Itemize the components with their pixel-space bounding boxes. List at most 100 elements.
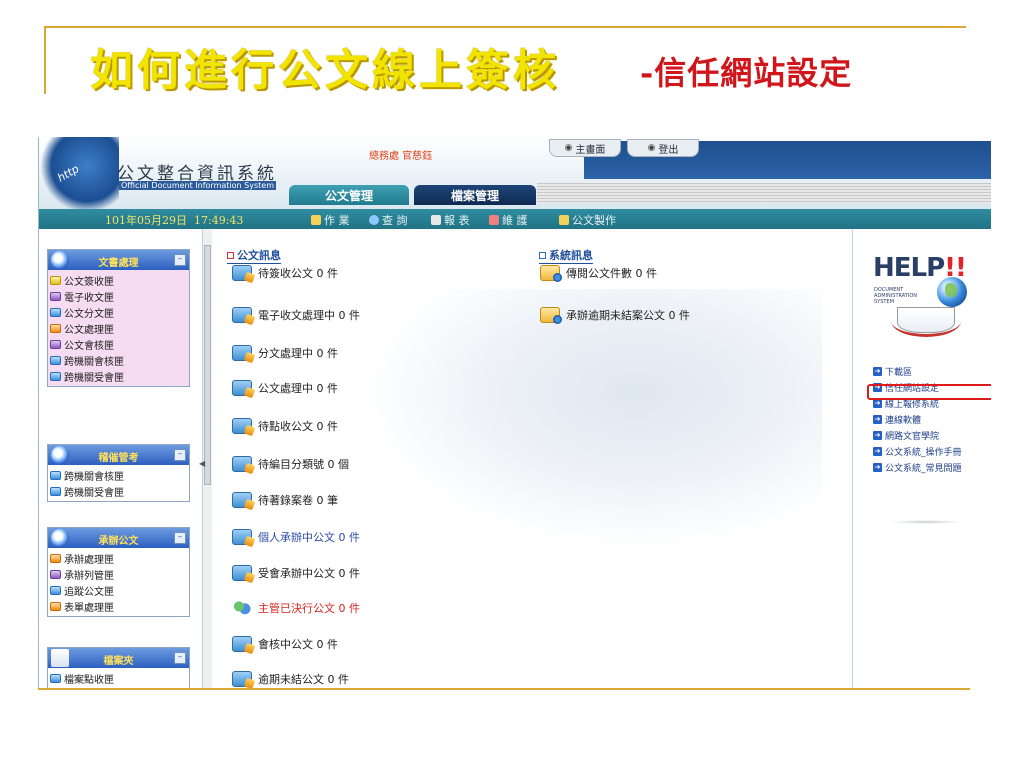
doc-message[interactable]: 待編目分類號 0 個 [232,454,349,474]
tray-icon [50,553,61,563]
folder-icon [540,307,562,324]
help-link-software[interactable]: ➜ 連線軟體 [873,411,962,427]
tray-icon [50,673,61,683]
tab-archive-management[interactable]: 檔案管理 [414,185,536,205]
minimize-icon[interactable]: – [174,652,186,664]
help-links: ➜ 下載區 ➜ 信任網站設定 ➜ 線上報修系統 ➜ 連線軟體 ➜ 網路文官學院 ➜ 公文系統… [873,363,962,475]
inbox-icon [232,671,252,687]
tray-icon [50,585,61,595]
bullet-icon [539,251,546,259]
divider [889,520,963,524]
sys-message[interactable]: 傳閱公文件數 0 件 [540,263,657,283]
main-content: 公文訊息 系統訊息 待簽收公文 0 件 電子收文處理中 0 件 分文處理中 0 … [212,229,852,688]
panel-header[interactable]: 文書處理 – [48,250,189,270]
tray-icon [50,486,61,496]
inbox-icon [232,492,252,508]
sidebar-item[interactable]: 表單處理匣 [48,598,189,614]
slide-title: 如何進行公文線上簽核 [90,46,560,96]
power-icon: ◉ [647,143,656,153]
sidebar-item[interactable]: 跨機關會核匣 [48,352,189,368]
doc-info-heading[interactable]: 公文訊息 [227,247,281,264]
scrollbar-thumb[interactable] [204,245,211,485]
help-logo: HELP!! DOCUMENT ADMINISTRATION SYSTEM [869,239,979,349]
inbox-icon [232,307,252,323]
logo-icon: http [39,137,119,209]
tray-icon [50,307,61,317]
doc-message[interactable]: 待點收公文 0 件 [232,416,338,436]
highlight-box [867,384,991,400]
sidebar-item[interactable]: 追蹤公文匣 [48,582,189,598]
doc-message[interactable]: 個人承辦中公文 0 件 [232,527,360,547]
inbox-icon [232,529,252,545]
help-link-faq[interactable]: ➜ 公文系統_常見問題 [873,459,962,475]
tab-document-management[interactable]: 公文管理 [289,185,409,205]
sidebar-item[interactable]: 公文簽收匣 [48,272,189,288]
sidebar-item[interactable]: 承辦處理匣 [48,550,189,566]
left-rule [44,26,46,94]
bottom-rule [38,688,970,690]
sidebar-item[interactable]: 檔案點收匣 [48,670,189,686]
folder-icon [311,215,321,225]
sidebar-item[interactable]: 公文分文匣 [48,304,189,320]
help-link-download[interactable]: ➜ 下載區 [873,363,962,379]
arrow-right-icon: ➜ [873,446,882,456]
help-link-manual[interactable]: ➜ 公文系統_操作手冊 [873,443,962,459]
home-icon: ◉ [564,143,573,153]
minimize-icon[interactable]: – [174,254,186,266]
header-stripes [537,183,991,203]
menu-query[interactable]: 查 詢 [369,212,408,228]
doc-message[interactable]: 受會承辦中公文 0 件 [232,563,360,583]
doc-message[interactable]: 會核中公文 0 件 [232,634,338,654]
doc-message[interactable]: 待著錄案卷 0 筆 [232,490,338,510]
inbox-icon [232,265,252,281]
panel-header[interactable]: 稽催管考 – [48,445,189,465]
pen-icon [559,215,569,225]
menu-maintenance[interactable]: 維 護 [489,212,528,228]
report-icon [431,215,441,225]
sidebar-scrollbar[interactable]: ◀ [199,229,212,688]
home-button[interactable]: ◉ 主畫面 [549,139,621,157]
people-icon [232,600,252,616]
inbox-icon [232,380,252,396]
sidebar-item[interactable]: 電子收文匣 [48,288,189,304]
panel-header[interactable]: 承辦公文 – [48,528,189,548]
doc-message[interactable]: 電子收文處理中 0 件 [232,305,360,325]
sidebar-item[interactable]: 跨機關會核匣 [48,467,189,483]
doc-message[interactable]: 公文處理中 0 件 [232,378,338,398]
search-icon [369,215,379,225]
inbox-icon [232,565,252,581]
tray-icon [50,291,61,301]
arrow-right-icon: ➜ [873,430,882,440]
date-display: 101年05月29日 17:49:43 [105,214,244,227]
doc-message[interactable]: 逾期未結公文 0 件 [232,669,349,688]
app-header: http 公文整合資訊系統 Official Document Informat… [39,137,991,209]
tray-icon [50,339,61,349]
tray-icon [50,323,61,333]
sys-message[interactable]: 承辦逾期未結案公文 0 件 [540,305,690,325]
minimize-icon[interactable]: – [174,449,186,461]
sidebar-item[interactable]: 公文處理匣 [48,320,189,336]
doc-message[interactable]: 待簽收公文 0 件 [232,263,338,283]
minimize-icon[interactable]: – [174,532,186,544]
menu-operation[interactable]: 作 業 [311,212,350,228]
sidebar-item[interactable]: 跨機關受會匣 [48,483,189,499]
tray-icon [50,569,61,579]
doc-message[interactable]: 分文處理中 0 件 [232,343,338,363]
tray-icon [50,355,61,365]
sidebar-item[interactable]: 跨機關受會匣 [48,368,189,384]
help-link-academy[interactable]: ➜ 網路文官學院 [873,427,962,443]
sidebar-item[interactable]: 承辦列管匣 [48,566,189,582]
menu-report[interactable]: 報 表 [431,212,470,228]
arrow-right-icon: ➜ [873,366,882,376]
panel-header[interactable]: 檔案夾 – [48,648,189,668]
top-rule [44,26,966,28]
help-panel: HELP!! DOCUMENT ADMINISTRATION SYSTEM ➜ 下… [852,229,991,688]
user-name: 總務處 官慈鈺 [369,151,433,162]
sidebar-item[interactable]: 公文會核匣 [48,336,189,352]
doc-message[interactable]: 主管已決行公文 0 件 [232,598,360,618]
sys-info-heading[interactable]: 系統訊息 [539,247,593,264]
collapse-arrow-icon[interactable]: ◀ [199,459,205,468]
bullet-icon [227,251,234,259]
menu-compose[interactable]: 公文製作 [559,212,616,228]
logout-button[interactable]: ◉ 登出 [627,139,699,157]
